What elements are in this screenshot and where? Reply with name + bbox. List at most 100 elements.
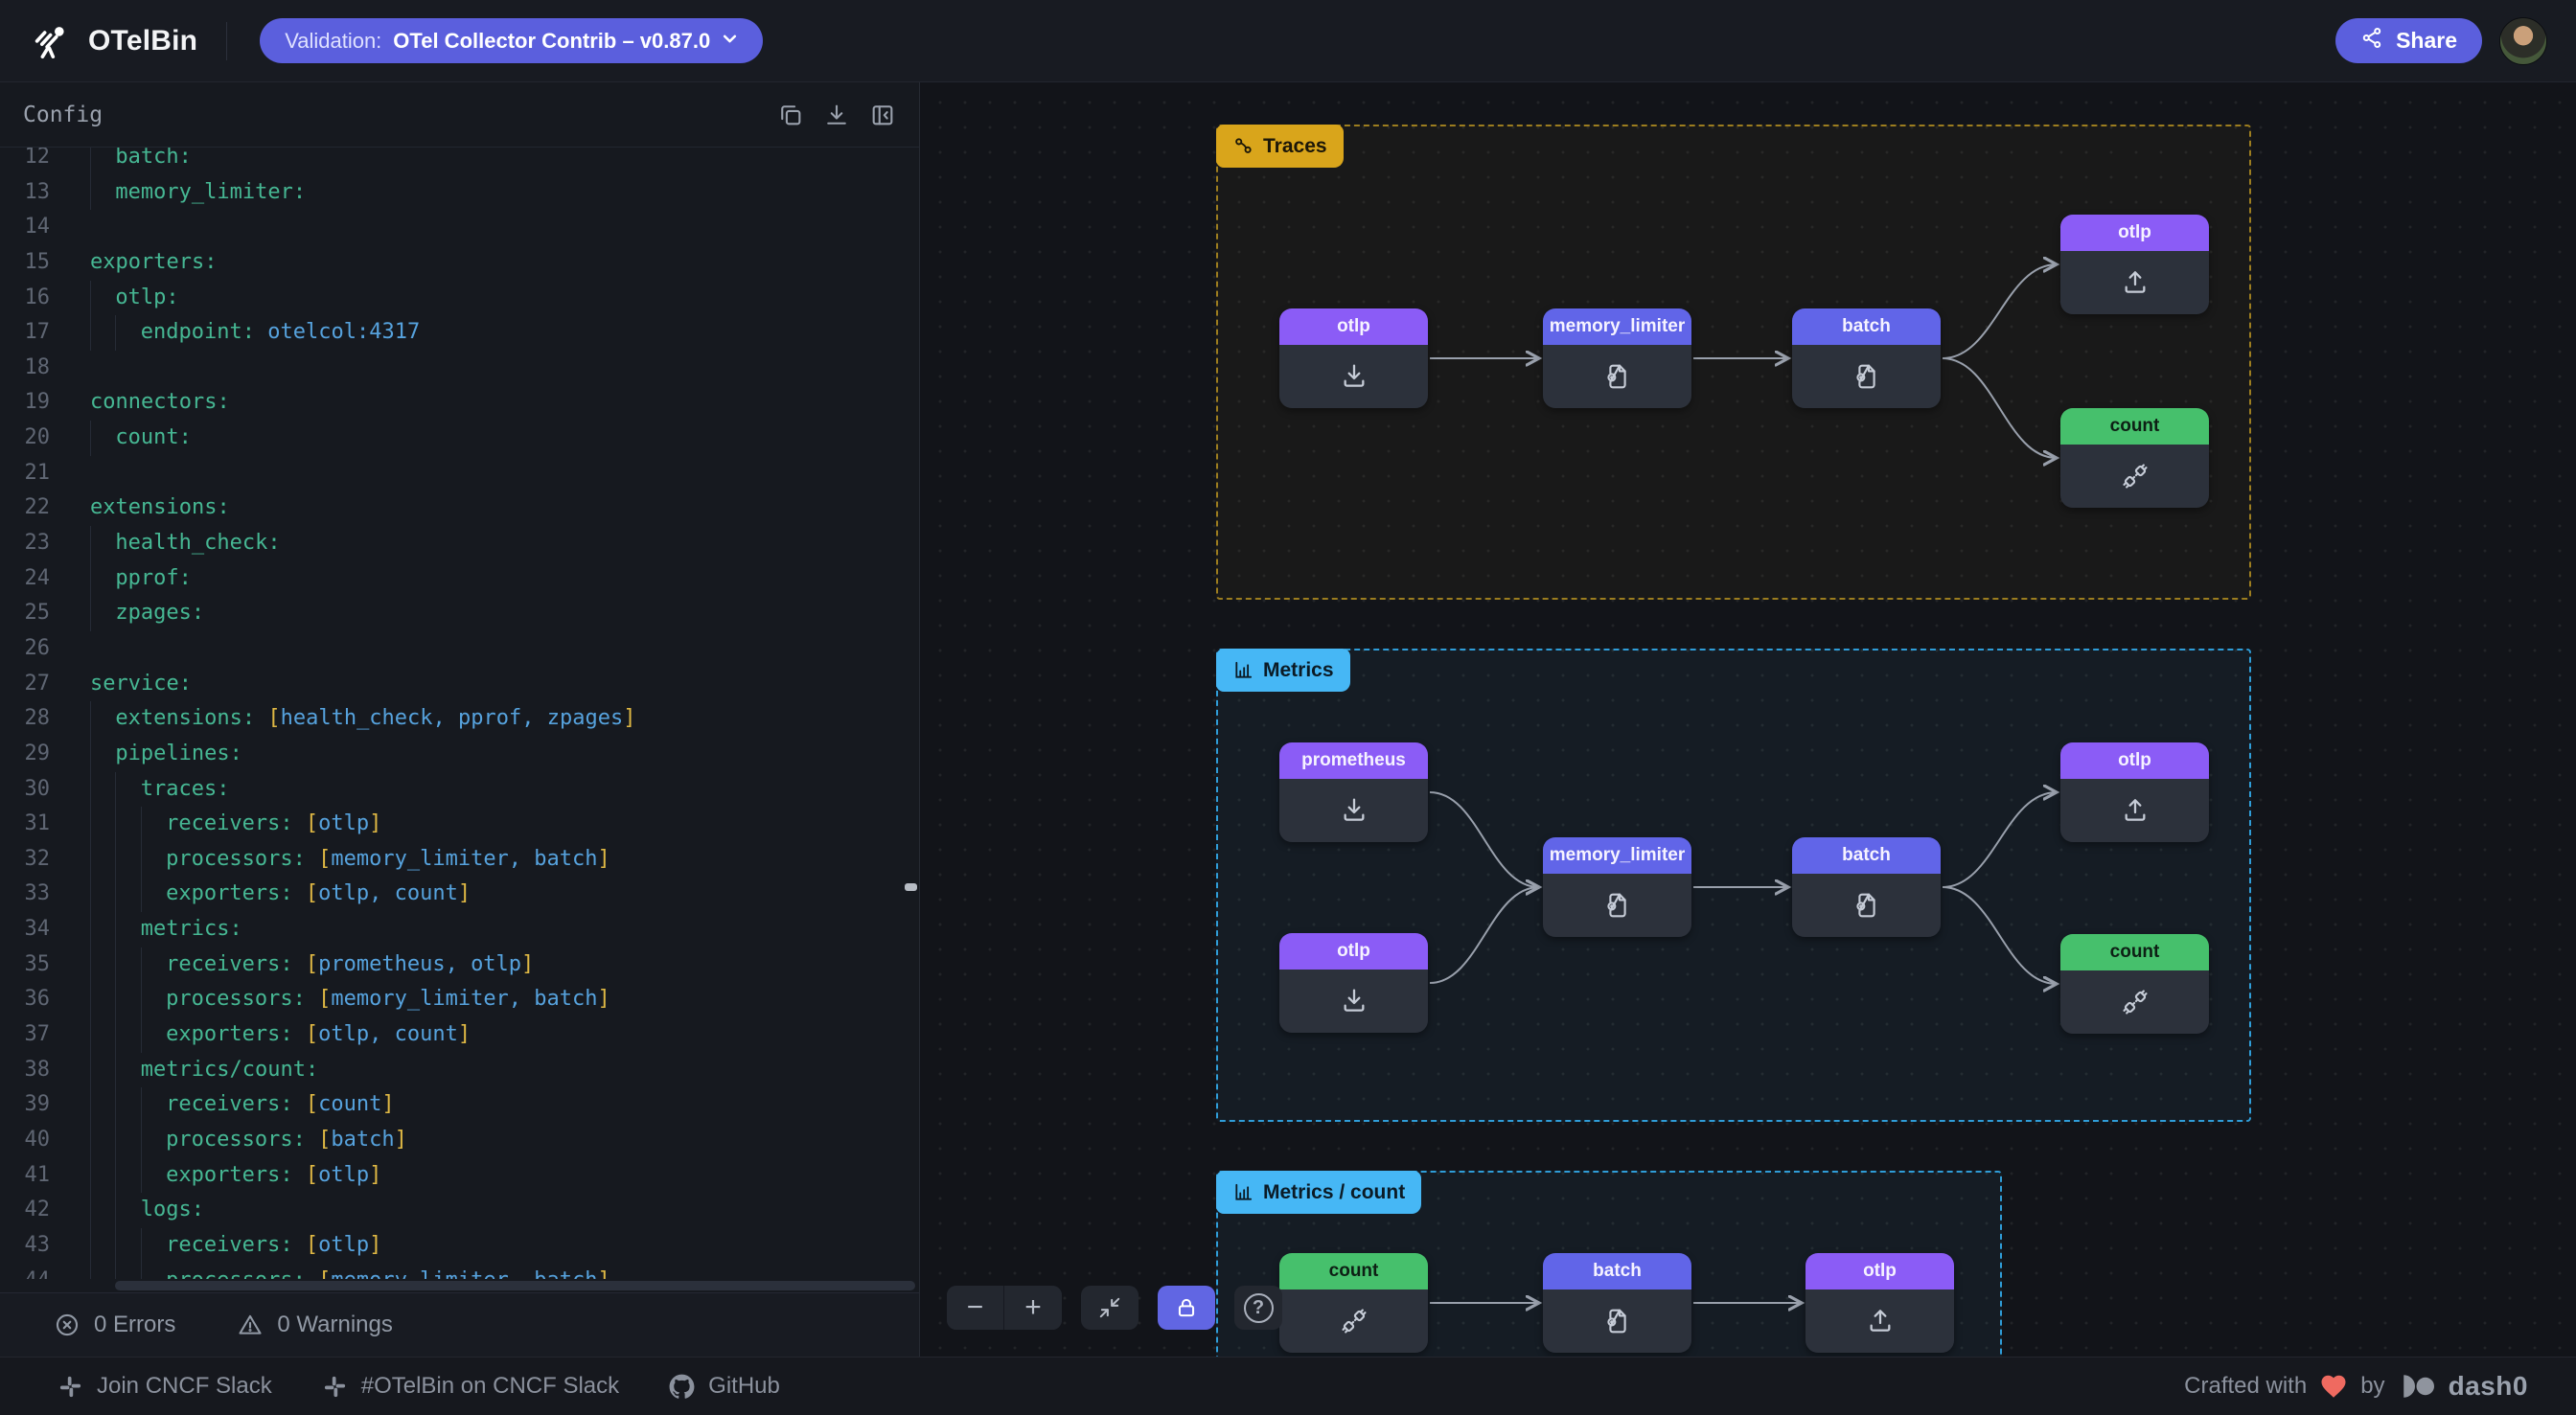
code-line[interactable]: 18 [0,351,919,386]
code-line[interactable]: 42logs: [0,1193,919,1228]
lock-button[interactable] [1158,1286,1215,1330]
user-avatar[interactable] [2499,17,2547,65]
editor-vertical-scrollbar[interactable] [905,883,917,891]
code-line[interactable]: 39receivers: [count] [0,1087,919,1123]
warnings-count: 0 Warnings [277,1312,393,1338]
fit-view-button[interactable] [1081,1286,1138,1330]
node-processor-batch[interactable]: batch [1792,308,1941,408]
code-line[interactable]: 19connectors: [0,385,919,421]
node-body [1543,874,1691,937]
help-button[interactable]: ? [1234,1286,1282,1330]
code-line[interactable]: 34metrics: [0,912,919,947]
code-line[interactable]: 30traces: [0,772,919,808]
node-header: otlp [1279,308,1428,345]
pipeline-canvas[interactable]: Metrics / count Metrics Traces − + ? otlp m… [920,82,2576,1357]
node-receiver-otlp[interactable]: otlp [1279,933,1428,1033]
node-connector-count[interactable]: count [2060,408,2209,508]
code-text: metrics/count: [75,1053,318,1088]
code-line[interactable]: 13memory_limiter: [0,175,919,211]
footer-link--otelbin-on-cncf-slack[interactable]: #OTelBin on CNCF Slack [322,1373,619,1400]
node-connector-count[interactable]: count [1279,1253,1428,1353]
node-connector-count[interactable]: count [2060,934,2209,1034]
download-icon [1339,361,1369,392]
node-processor-batch[interactable]: batch [1792,837,1941,937]
code-line[interactable]: 22extensions: [0,491,919,526]
code-line[interactable]: 36processors: [memory_limiter, batch] [0,982,919,1017]
code-line[interactable]: 35receivers: [prometheus, otlp] [0,947,919,983]
code-line[interactable]: 28extensions: [health_check, pprof, zpag… [0,701,919,737]
code-line[interactable]: 16otlp: [0,281,919,316]
node-header: memory_limiter [1543,837,1691,874]
zoom-in-button[interactable]: + [1004,1286,1062,1330]
zoom-out-button[interactable]: − [947,1286,1004,1330]
line-number: 41 [0,1158,75,1194]
file-cog-icon [1602,1306,1633,1336]
code-line[interactable]: 15exporters: [0,245,919,281]
chevron-down-icon [722,31,738,52]
line-number: 33 [0,877,75,912]
node-receiver-prometheus[interactable]: prometheus [1279,742,1428,842]
code-line[interactable]: 26 [0,631,919,667]
code-line[interactable]: 37exporters: [otlp, count] [0,1017,919,1053]
code-line[interactable]: 33exporters: [otlp, count] [0,877,919,912]
footer-link-join-cncf-slack[interactable]: Join CNCF Slack [58,1373,272,1400]
footer-link-github[interactable]: GitHub [669,1373,780,1400]
code-line[interactable]: 43receivers: [otlp] [0,1228,919,1264]
node-exporter-otlp[interactable]: otlp [2060,215,2209,314]
copy-config-icon[interactable] [777,102,804,128]
footer-link-label: GitHub [708,1373,780,1400]
plug-connector-icon [2120,461,2150,491]
node-processor-batch[interactable]: batch [1543,1253,1691,1353]
node-header: batch [1792,308,1941,345]
code-line[interactable]: 14 [0,210,919,245]
code-line[interactable]: 12batch: [0,148,919,175]
collapse-panel-icon[interactable] [869,102,896,128]
code-line[interactable]: 20count: [0,421,919,456]
code-line[interactable]: 32processors: [memory_limiter, batch] [0,842,919,878]
code-line[interactable]: 17endpoint: otelcol:4317 [0,315,919,351]
node-processor-memory_limiter[interactable]: memory_limiter [1543,308,1691,408]
file-cog-icon [1602,890,1633,921]
group-label-text: Metrics [1263,659,1334,682]
download-config-icon[interactable] [823,102,850,128]
code-line[interactable]: 38metrics/count: [0,1053,919,1088]
code-line[interactable]: 44processors: [memory_limiter, batch] [0,1264,919,1280]
trace-link-icon [1232,135,1254,157]
node-body [2060,445,2209,508]
editor-horizontal-scrollbar[interactable] [0,1279,919,1292]
warnings-status[interactable]: 0 Warnings [237,1312,393,1338]
config-title: Config [23,103,103,127]
group-label[interactable]: Metrics [1216,649,1350,692]
code-line[interactable]: 29pipelines: [0,737,919,772]
dash0-brand-name[interactable]: dash0 [2449,1371,2528,1402]
code-line[interactable]: 27service: [0,667,919,702]
code-line[interactable]: 23health_check: [0,526,919,561]
errors-status[interactable]: 0 Errors [54,1312,175,1338]
line-number: 27 [0,667,75,702]
code-text: endpoint: otelcol:4317 [75,315,420,351]
code-text: pipelines: [75,737,242,772]
code-line[interactable]: 21 [0,456,919,491]
code-line[interactable]: 41exporters: [otlp] [0,1158,919,1194]
validation-selector[interactable]: Validation: OTel Collector Contrib – v0.… [260,18,763,63]
otelbin-logo-icon [29,16,73,65]
yaml-editor[interactable]: 12batch:13memory_limiter:1415exporters:1… [0,148,919,1279]
line-number: 20 [0,421,75,456]
node-processor-memory_limiter[interactable]: memory_limiter [1543,837,1691,937]
node-exporter-otlp[interactable]: otlp [1806,1253,1954,1353]
node-header: prometheus [1279,742,1428,779]
file-cog-icon [1852,361,1882,392]
code-line[interactable]: 40processors: [batch] [0,1123,919,1158]
share-button[interactable]: Share [2335,18,2482,63]
zoom-control-group: − + [947,1286,1062,1330]
code-line[interactable]: 31receivers: [otlp] [0,807,919,842]
line-number: 12 [0,148,75,175]
group-label[interactable]: Metrics / count [1216,1171,1421,1214]
node-receiver-otlp[interactable]: otlp [1279,308,1428,408]
dash0-logo-icon[interactable] [2398,1372,2436,1401]
group-label[interactable]: Traces [1216,125,1344,168]
node-exporter-otlp[interactable]: otlp [2060,742,2209,842]
code-line[interactable]: 24pprof: [0,561,919,597]
share-icon [2360,26,2384,56]
code-line[interactable]: 25zpages: [0,596,919,631]
